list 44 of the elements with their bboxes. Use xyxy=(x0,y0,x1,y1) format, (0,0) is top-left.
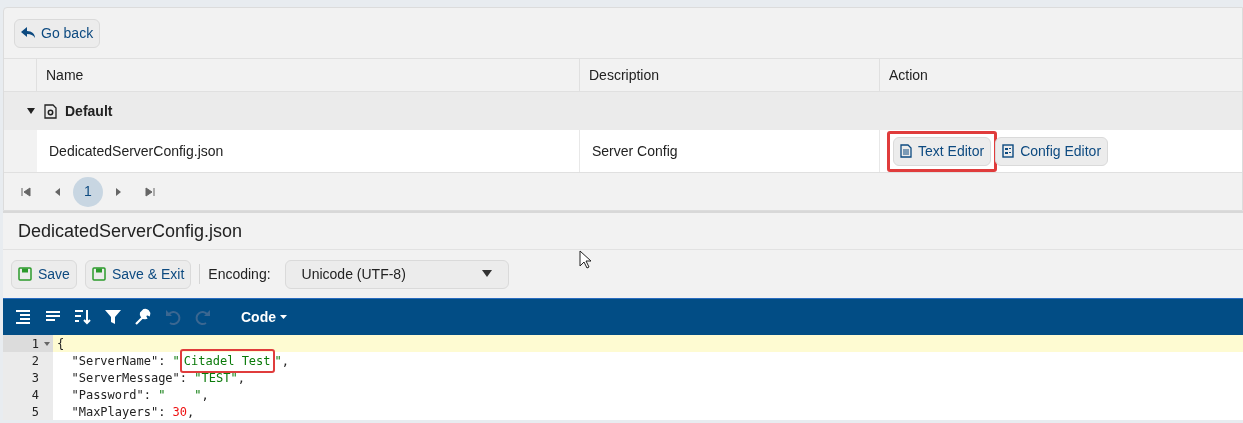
dialog-title: DedicatedServerConfig.json xyxy=(18,219,243,243)
encoding-dropdown[interactable]: Unicode (UTF-8) xyxy=(284,259,509,289)
filter-icon[interactable] xyxy=(103,307,123,327)
save-button[interactable]: Save & Exit xyxy=(84,259,192,289)
line-number: 5 xyxy=(31,403,39,421)
line-number: 2 xyxy=(31,352,39,370)
expand-caret-icon[interactable] xyxy=(26,106,36,116)
fold-caret-icon[interactable] xyxy=(44,341,50,346)
last-page-icon[interactable] xyxy=(145,186,155,197)
page-button[interactable]: 1 xyxy=(73,176,103,207)
form-document-icon xyxy=(1002,144,1015,158)
sort-icon[interactable] xyxy=(73,307,93,327)
code-text: "ServerName": " Citadel Test ", xyxy=(53,351,289,370)
line-number: 1 xyxy=(31,335,39,353)
line-number: 4 xyxy=(31,386,39,404)
code-text: "MaxPlayers": 30, xyxy=(70,403,195,421)
code-text: { xyxy=(56,335,65,353)
back-button[interactable]: Go back xyxy=(14,18,101,48)
code-text: "ServerMessage": "TEST", xyxy=(70,369,245,387)
column-header[interactable]: Name xyxy=(46,64,84,86)
first-page-icon[interactable] xyxy=(21,186,31,197)
back-arrow-icon xyxy=(21,27,35,39)
caret-icon xyxy=(280,314,287,320)
editor-button[interactable]: Config Editor xyxy=(995,136,1109,166)
column-header[interactable]: Action xyxy=(889,64,928,86)
dropdown-caret-icon xyxy=(481,270,492,278)
document-icon xyxy=(900,144,912,158)
column-header[interactable]: Description xyxy=(589,64,660,86)
indent-icon[interactable] xyxy=(13,307,33,327)
editor-button[interactable]: Text Editor xyxy=(893,136,992,166)
next-page-icon[interactable] xyxy=(113,186,123,197)
previous-page-icon[interactable] xyxy=(53,186,63,197)
group-label: Default xyxy=(65,101,113,121)
group-row[interactable]: Default xyxy=(4,92,1242,130)
mode-menu[interactable]: Code xyxy=(241,306,287,328)
save-button[interactable]: Save xyxy=(11,259,77,289)
save-icon xyxy=(18,267,32,281)
code-text: "Password": " ", xyxy=(70,386,209,404)
mouse-pointer-icon xyxy=(579,250,592,269)
table-cell-text: DedicatedServerConfig.json xyxy=(49,141,224,161)
line-number: 3 xyxy=(31,369,39,387)
table-cell-text: Server Config xyxy=(592,141,678,161)
save-icon xyxy=(91,267,106,281)
encoding-label: Encoding: xyxy=(208,264,271,284)
